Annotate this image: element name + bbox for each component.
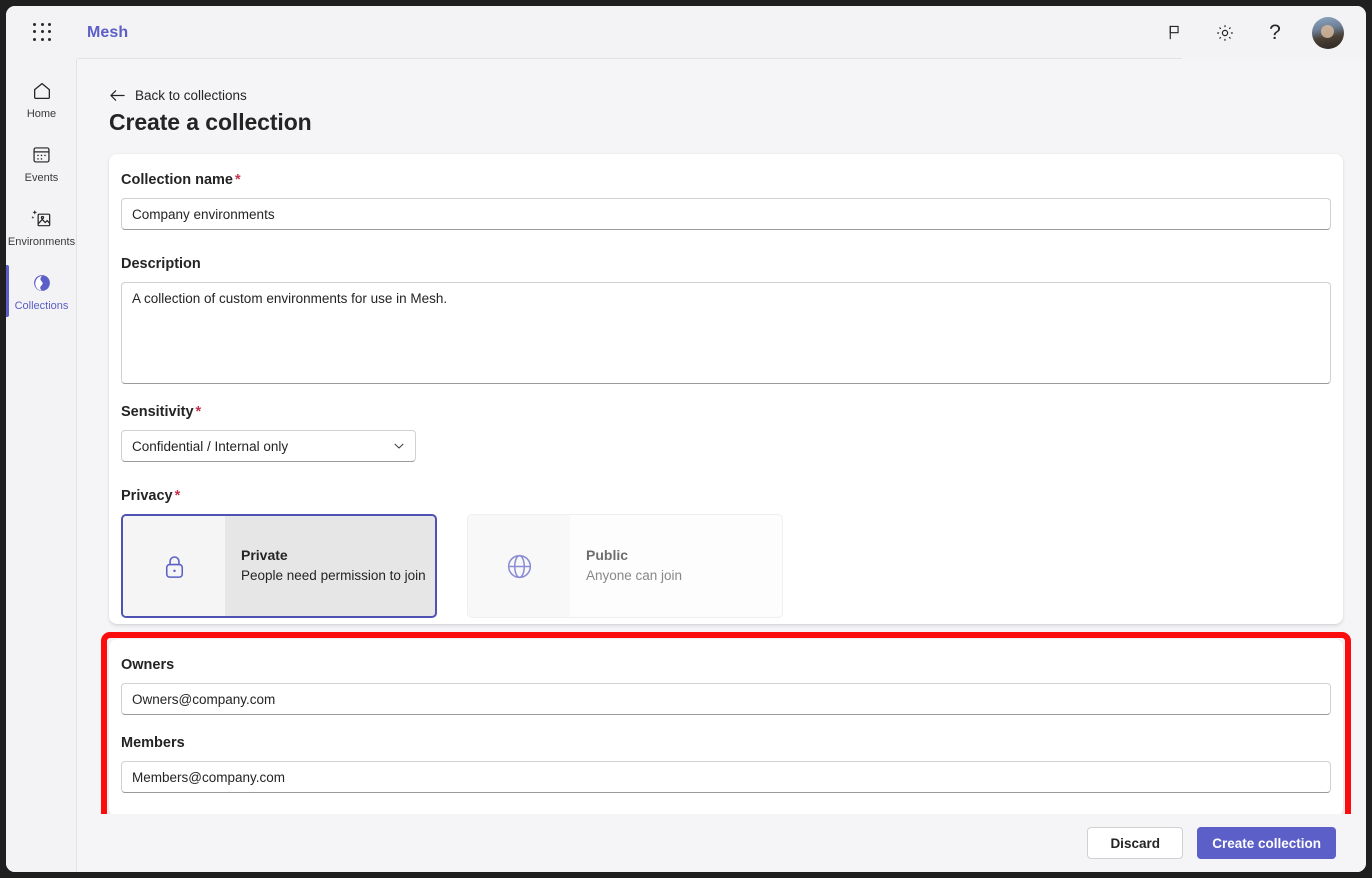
help-label: ?: [1269, 22, 1281, 43]
flag-icon[interactable]: [1162, 20, 1188, 46]
members-field: Members: [121, 735, 1331, 793]
sensitivity-label-text: Sensitivity: [121, 404, 194, 420]
sidebar-item-label: Environments: [8, 236, 75, 248]
required-asterisk: *: [175, 488, 181, 504]
avatar[interactable]: [1312, 17, 1344, 49]
sidebar-item-label: Events: [25, 172, 59, 184]
owners-field: Owners: [121, 657, 1331, 715]
collection-name-input[interactable]: [121, 198, 1331, 230]
owners-and-members-card: Owners Members: [109, 639, 1343, 817]
back-to-collections-link[interactable]: Back to collections: [109, 88, 247, 103]
sidebar-item-label: Collections: [15, 300, 69, 312]
page-title: Create a collection: [109, 109, 312, 136]
sidebar-item-events[interactable]: Events: [6, 131, 77, 195]
header-actions: ?: [1162, 17, 1344, 49]
help-icon[interactable]: ?: [1262, 20, 1288, 46]
discard-button[interactable]: Discard: [1087, 827, 1183, 859]
privacy-label: Privacy*: [121, 488, 783, 504]
collection-name-field: Collection name*: [121, 172, 1331, 230]
create-collection-button[interactable]: Create collection: [1197, 827, 1336, 859]
sidebar-nav: Home Events: [6, 59, 77, 872]
privacy-field: Privacy* Private Peopl: [121, 488, 783, 618]
arrow-left-icon: [109, 88, 126, 103]
image-sparkle-icon: [29, 206, 55, 232]
main-content: Back to collections Create a collection …: [77, 59, 1366, 872]
gear-icon[interactable]: [1212, 20, 1238, 46]
globe-icon: [468, 515, 570, 617]
home-icon: [29, 78, 55, 104]
collection-name-label: Collection name*: [121, 172, 1331, 188]
sidebar-item-environments[interactable]: Environments: [6, 195, 77, 259]
app-window: Mesh ?: [6, 6, 1366, 872]
sensitivity-selected-value: Confidential / Internal only: [132, 439, 288, 454]
app-header: Mesh ?: [6, 6, 1366, 59]
collections-globe-icon: [29, 270, 55, 296]
sidebar-item-home[interactable]: Home: [6, 67, 77, 131]
members-input[interactable]: [121, 761, 1331, 793]
chevron-down-icon: [392, 439, 406, 453]
privacy-option-private[interactable]: Private People need permission to join: [121, 514, 437, 618]
collection-details-card: Collection name* Description Sensitivity…: [109, 154, 1343, 624]
description-field: Description: [121, 256, 1331, 389]
members-label: Members: [121, 735, 1331, 751]
back-link-label: Back to collections: [135, 88, 247, 103]
description-textarea[interactable]: [121, 282, 1331, 384]
sidebar-item-label: Home: [27, 108, 56, 120]
privacy-options: Private People need permission to join: [121, 514, 783, 618]
sensitivity-select[interactable]: Confidential / Internal only: [121, 430, 416, 462]
required-asterisk: *: [235, 172, 241, 188]
sensitivity-field: Sensitivity* Confidential / Internal onl…: [121, 404, 416, 462]
calendar-icon: [29, 142, 55, 168]
sensitivity-label: Sensitivity*: [121, 404, 416, 420]
app-launcher-icon[interactable]: [28, 18, 58, 48]
privacy-private-title: Private: [241, 545, 435, 566]
form-footer: Discard Create collection: [77, 814, 1366, 872]
privacy-public-subtitle: Anyone can join: [586, 566, 782, 586]
collection-name-label-text: Collection name: [121, 172, 233, 188]
owners-label: Owners: [121, 657, 1331, 673]
privacy-label-text: Privacy: [121, 488, 173, 504]
lock-icon: [123, 516, 225, 616]
owners-input[interactable]: [121, 683, 1331, 715]
privacy-option-public[interactable]: Public Anyone can join: [467, 514, 783, 618]
privacy-public-title: Public: [586, 545, 782, 566]
privacy-private-body: Private People need permission to join: [225, 516, 435, 616]
required-asterisk: *: [196, 404, 202, 420]
app-brand-title: Mesh: [87, 24, 128, 42]
privacy-private-subtitle: People need permission to join: [241, 566, 435, 586]
description-label: Description: [121, 256, 1331, 272]
sidebar-item-collections[interactable]: Collections: [6, 259, 77, 323]
privacy-public-body: Public Anyone can join: [570, 515, 782, 617]
